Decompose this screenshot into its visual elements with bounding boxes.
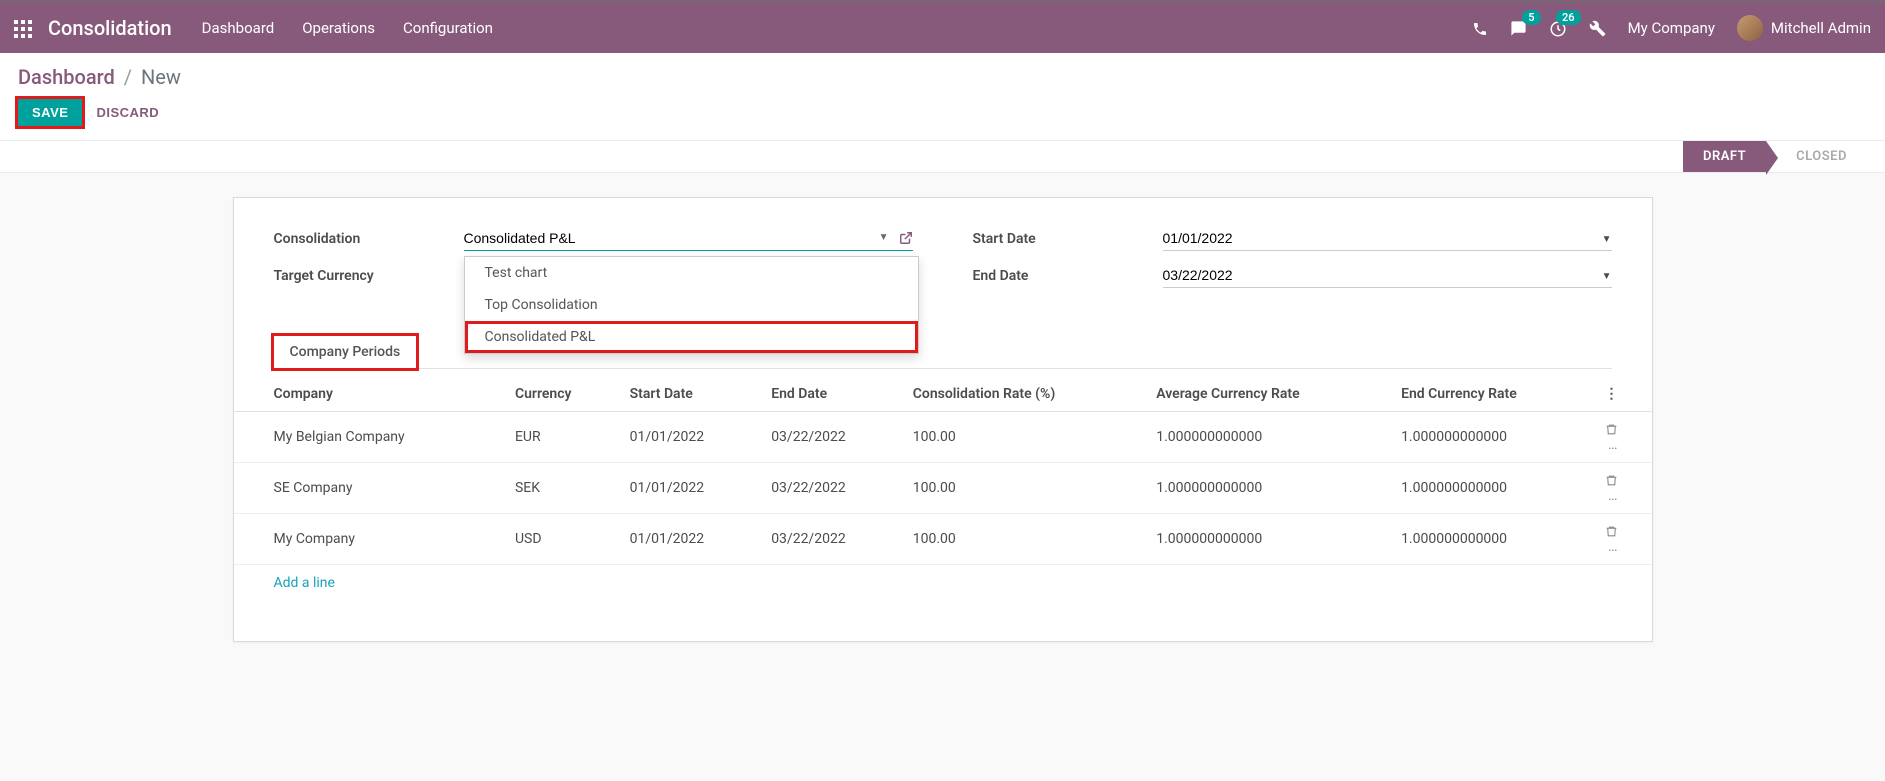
col-currency[interactable]: Currency bbox=[505, 377, 620, 412]
row-actions: … bbox=[1595, 514, 1652, 565]
cell-company[interactable]: My Company bbox=[234, 514, 505, 565]
cell-currency[interactable]: EUR bbox=[505, 412, 620, 463]
cell-company[interactable]: My Belgian Company bbox=[234, 412, 505, 463]
delete-icon[interactable] bbox=[1605, 421, 1618, 437]
cell-endrate[interactable]: 1.000000000000 bbox=[1391, 463, 1594, 514]
cell-rate[interactable]: 100.00 bbox=[903, 514, 1146, 565]
cell-end[interactable]: 03/22/2022 bbox=[761, 463, 903, 514]
status-closed[interactable]: CLOSED bbox=[1766, 141, 1867, 172]
tab-company-periods[interactable]: Company Periods bbox=[274, 336, 417, 368]
cell-rate[interactable]: 100.00 bbox=[903, 463, 1146, 514]
table-row[interactable]: SE CompanySEK01/01/202203/22/2022100.001… bbox=[234, 463, 1652, 514]
delete-icon[interactable] bbox=[1605, 472, 1618, 488]
col-endrate[interactable]: End Currency Rate bbox=[1391, 377, 1594, 412]
options-icon[interactable]: ⋮ bbox=[1595, 377, 1652, 412]
target-currency-label: Target Currency bbox=[274, 268, 464, 284]
end-date-input[interactable] bbox=[1163, 263, 1612, 288]
more-icon[interactable]: … bbox=[1608, 488, 1617, 504]
delete-icon[interactable] bbox=[1605, 523, 1618, 539]
dropdown-option[interactable]: Test chart bbox=[465, 257, 918, 289]
table-row[interactable]: My Belgian CompanyEUR01/01/202203/22/202… bbox=[234, 412, 1652, 463]
row-actions: … bbox=[1595, 412, 1652, 463]
breadcrumb-parent[interactable]: Dashboard bbox=[18, 65, 115, 89]
company-selector[interactable]: My Company bbox=[1628, 19, 1715, 37]
nav-dashboard[interactable]: Dashboard bbox=[202, 19, 275, 37]
status-draft[interactable]: DRAFT bbox=[1683, 141, 1766, 172]
cell-start[interactable]: 01/01/2022 bbox=[620, 514, 762, 565]
external-link-icon[interactable] bbox=[899, 230, 913, 245]
status-bar: DRAFT CLOSED bbox=[0, 140, 1885, 173]
nav-configuration[interactable]: Configuration bbox=[403, 19, 493, 37]
dropdown-caret-icon[interactable]: ▼ bbox=[1602, 234, 1612, 245]
consolidation-input[interactable] bbox=[464, 226, 913, 251]
breadcrumb-sep: / bbox=[124, 65, 132, 89]
end-date-label: End Date bbox=[973, 268, 1163, 284]
cell-start[interactable]: 01/01/2022 bbox=[620, 463, 762, 514]
breadcrumb: Dashboard / New bbox=[18, 65, 181, 89]
phone-icon[interactable] bbox=[1472, 18, 1488, 38]
nav-menu: Dashboard Operations Configuration bbox=[202, 19, 493, 37]
cell-endrate[interactable]: 1.000000000000 bbox=[1391, 412, 1594, 463]
cell-currency[interactable]: SEK bbox=[505, 463, 620, 514]
apps-icon[interactable] bbox=[14, 18, 32, 39]
avatar bbox=[1737, 15, 1763, 41]
activities-icon[interactable]: 26 bbox=[1549, 18, 1567, 38]
cell-start[interactable]: 01/01/2022 bbox=[620, 412, 762, 463]
user-menu[interactable]: Mitchell Admin bbox=[1737, 15, 1871, 41]
company-periods-table: Company Currency Start Date End Date Con… bbox=[234, 377, 1652, 565]
consolidation-dropdown: Test chart Top Consolidation Consolidate… bbox=[464, 256, 919, 354]
user-name: Mitchell Admin bbox=[1771, 19, 1871, 37]
cell-company[interactable]: SE Company bbox=[234, 463, 505, 514]
row-actions: … bbox=[1595, 463, 1652, 514]
discard-button[interactable]: DISCARD bbox=[96, 105, 159, 120]
col-company[interactable]: Company bbox=[234, 377, 505, 412]
col-end[interactable]: End Date bbox=[761, 377, 903, 412]
tools-icon[interactable] bbox=[1589, 18, 1606, 38]
cell-endrate[interactable]: 1.000000000000 bbox=[1391, 514, 1594, 565]
add-line-link[interactable]: Add a line bbox=[234, 565, 1652, 601]
dropdown-caret-icon[interactable]: ▼ bbox=[879, 232, 889, 243]
table-row[interactable]: My CompanyUSD01/01/202203/22/2022100.001… bbox=[234, 514, 1652, 565]
cell-end[interactable]: 03/22/2022 bbox=[761, 514, 903, 565]
cell-avg[interactable]: 1.000000000000 bbox=[1146, 412, 1391, 463]
cell-avg[interactable]: 1.000000000000 bbox=[1146, 463, 1391, 514]
col-rate[interactable]: Consolidation Rate (%) bbox=[903, 377, 1146, 412]
messages-badge: 5 bbox=[1522, 10, 1540, 25]
col-avg[interactable]: Average Currency Rate bbox=[1146, 377, 1391, 412]
save-button[interactable]: SAVE bbox=[18, 99, 82, 126]
messages-icon[interactable]: 5 bbox=[1510, 18, 1527, 38]
cell-avg[interactable]: 1.000000000000 bbox=[1146, 514, 1391, 565]
activities-badge: 26 bbox=[1556, 10, 1581, 25]
consolidation-label: Consolidation bbox=[274, 231, 464, 247]
cell-end[interactable]: 03/22/2022 bbox=[761, 412, 903, 463]
app-title[interactable]: Consolidation bbox=[48, 16, 172, 40]
form-sheet: Consolidation ▼ Test chart Top Consolida… bbox=[233, 197, 1653, 642]
breadcrumb-current: New bbox=[141, 65, 181, 89]
nav-operations[interactable]: Operations bbox=[302, 19, 375, 37]
start-date-input[interactable] bbox=[1163, 226, 1612, 251]
col-start[interactable]: Start Date bbox=[620, 377, 762, 412]
cell-currency[interactable]: USD bbox=[505, 514, 620, 565]
dropdown-caret-icon[interactable]: ▼ bbox=[1602, 271, 1612, 282]
navbar: Consolidation Dashboard Operations Confi… bbox=[0, 3, 1885, 53]
more-icon[interactable]: … bbox=[1608, 539, 1617, 555]
dropdown-option[interactable]: Top Consolidation bbox=[465, 289, 918, 321]
start-date-label: Start Date bbox=[973, 231, 1163, 247]
dropdown-option[interactable]: Consolidated P&L bbox=[465, 321, 918, 353]
more-icon[interactable]: … bbox=[1608, 437, 1617, 453]
cell-rate[interactable]: 100.00 bbox=[903, 412, 1146, 463]
